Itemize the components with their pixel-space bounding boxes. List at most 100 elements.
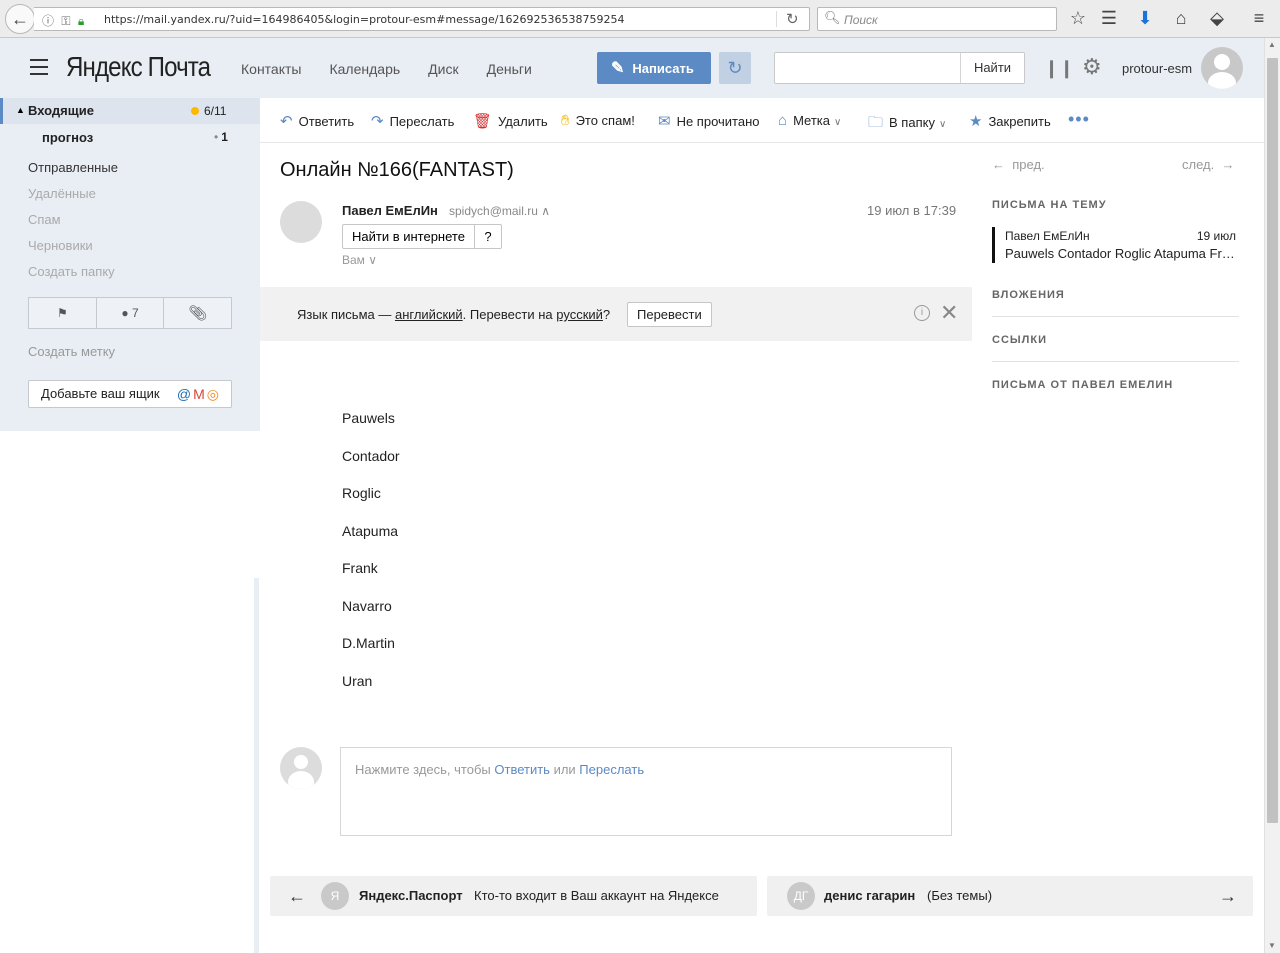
scroll-up-icon[interactable]: ▲ — [1268, 40, 1276, 49]
menu-icon[interactable] — [30, 59, 48, 75]
create-folder-link[interactable]: Создать папку — [28, 264, 115, 279]
folder-prognoz[interactable]: прогноз — [42, 130, 93, 145]
home-icon[interactable]: ⌂ — [1170, 8, 1192, 28]
forward-link[interactable]: Переслать — [579, 762, 644, 777]
forward-button[interactable]: ↷ Переслать — [371, 112, 454, 130]
hand-icon: ✋︎ — [561, 112, 570, 129]
browser-menu-icon[interactable]: ≡ — [1248, 8, 1270, 28]
add-mailbox-button[interactable]: Добавьте ваш ящик @M◎ — [28, 380, 232, 408]
download-icon[interactable]: ⬇ — [1134, 8, 1156, 28]
folder-drafts[interactable]: Черновики — [28, 238, 93, 253]
reading-list-icon[interactable]: ☰ — [1098, 8, 1120, 28]
body-line: Pauwels — [342, 410, 395, 426]
folder-inbox-count: 6/11 — [204, 104, 227, 118]
chevron-down-icon: ∨ — [938, 119, 947, 130]
username[interactable]: protour-esm — [1122, 61, 1192, 76]
next-message-link[interactable]: след. → — [1182, 157, 1234, 172]
attachment-filter-icon[interactable]: 📎︎ — [164, 298, 231, 328]
body-line: Contador — [342, 448, 400, 464]
sidebar-edge — [254, 578, 259, 953]
url-divider — [776, 11, 777, 27]
reload-icon[interactable]: ↻ — [786, 10, 799, 28]
unread-dot-icon — [191, 107, 199, 115]
spam-button[interactable]: ✋︎ Это спам! — [561, 112, 635, 129]
more-actions-icon[interactable]: ••• — [1068, 109, 1090, 130]
folder-spam[interactable]: Спам — [28, 212, 61, 227]
translate-button[interactable]: Перевести — [627, 302, 712, 327]
reply-button[interactable]: ↶ Ответить — [280, 112, 354, 130]
unread-filter[interactable]: ● 7 — [97, 298, 165, 328]
compose-label: Написать — [632, 60, 694, 76]
delete-button[interactable]: 🗑︎ Удалить — [473, 112, 548, 130]
find-online-button[interactable]: Найти в интернете — [343, 225, 475, 248]
folder-inbox-label: Входящие — [28, 103, 94, 118]
flag-filter-icon[interactable]: ⚑ — [29, 298, 97, 328]
folder-prognoz-count: • 1 — [214, 130, 228, 144]
thread-subject: Pauwels Contador Roglic Atapuma Frank Na… — [1005, 246, 1239, 261]
site-info-icon[interactable]: ⓘ ⚿ 🔒︎ — [42, 12, 86, 29]
prev-message-link[interactable]: ← пред. — [992, 157, 1045, 172]
message-date: 19 июл в 17:39 — [867, 203, 957, 218]
chevron-up-icon[interactable]: ∧ — [541, 204, 550, 218]
nav-money[interactable]: Деньги — [487, 61, 532, 77]
settings-gear-icon[interactable]: ⚙ — [1082, 54, 1102, 80]
prev-sender: Яндекс.Паспорт — [359, 888, 463, 903]
attachments-header[interactable]: ВЛОЖЕНИЯ — [992, 289, 1065, 301]
collapse-triangle-icon[interactable]: ▲ — [16, 105, 25, 115]
links-header[interactable]: ССЫЛКИ — [992, 334, 1047, 346]
scroll-down-icon[interactable]: ▼ — [1268, 941, 1276, 950]
browser-search-input[interactable]: 🔍︎ Поиск — [817, 7, 1057, 31]
folder-deleted[interactable]: Удалённые — [28, 186, 96, 201]
nav-calendar[interactable]: Календарь — [329, 61, 400, 77]
back-arrow-icon[interactable]: ← — [5, 4, 35, 34]
pin-button[interactable]: ★ Закрепить — [969, 112, 1051, 130]
reply-link[interactable]: Ответить — [494, 762, 550, 777]
my-avatar — [280, 747, 322, 789]
label-button[interactable]: ⌂ Метка ∨ — [778, 112, 841, 129]
thread-sender: Павел ЕмЕлИн — [1005, 229, 1090, 243]
folders-sidebar: ▲ Входящие 6/11 прогноз • 1 Отправленные … — [0, 98, 260, 431]
body-line: Atapuma — [342, 523, 399, 539]
target-language-link[interactable]: русский — [556, 307, 603, 322]
refresh-icon[interactable]: ↻ — [719, 52, 751, 84]
previous-mail-card[interactable]: ← Я Яндекс.Паспорт Кто-то входит в Ваш а… — [270, 876, 757, 916]
divider — [992, 316, 1239, 317]
sender-avatar[interactable] — [280, 201, 322, 243]
address-bar[interactable]: ⓘ ⚿ 🔒︎ https://mail.yandex.ru/?uid=16498… — [34, 7, 810, 31]
move-to-folder-button[interactable]: 🗀︎ В папку ∨ — [868, 112, 946, 137]
sender-name[interactable]: Павел ЕмЕлИн — [342, 203, 438, 218]
info-icon[interactable]: i — [914, 305, 930, 321]
nav-contacts[interactable]: Контакты — [241, 61, 301, 77]
next-sender-avatar: ДГ — [787, 882, 815, 910]
user-avatar[interactable] — [1201, 47, 1243, 89]
help-button[interactable]: ? — [475, 225, 501, 248]
mark-unread-button[interactable]: ✉ Не прочитано — [658, 112, 760, 130]
sender-email[interactable]: spidych@mail.ru ∧ — [449, 204, 550, 218]
reply-icon: ↶ — [280, 113, 293, 130]
nav-disk[interactable]: Диск — [428, 61, 458, 77]
find-online-buttons: Найти в интернете ? — [342, 224, 502, 249]
page-scrollbar[interactable]: ▲ ▼ — [1264, 38, 1280, 953]
folder-sent[interactable]: Отправленные — [28, 160, 118, 175]
source-language-link[interactable]: английский — [395, 307, 463, 322]
thread-header: ПИСЬМА НА ТЕМУ — [992, 199, 1107, 211]
next-mail-card[interactable]: ДГ денис гагарин (Без темы) → — [767, 876, 1253, 916]
scrollbar-thumb[interactable] — [1267, 58, 1278, 823]
close-icon[interactable]: ✕ — [940, 300, 958, 326]
pocket-icon[interactable]: ⬙ — [1206, 8, 1228, 28]
from-sender-header[interactable]: ПИСЬМА ОТ ПАВЕЛ ЕМЕЛИН — [992, 379, 1173, 391]
compose-button[interactable]: ✎ Написать — [597, 52, 711, 84]
mail-search-input[interactable]: Найти — [774, 52, 1025, 84]
themes-icon[interactable]: ❙❙ — [1044, 58, 1074, 79]
create-label-link[interactable]: Создать метку — [28, 344, 115, 359]
translate-bar: Язык письма — английский. Перевести на р… — [260, 287, 972, 341]
bookmark-star-icon[interactable]: ☆ — [1067, 8, 1089, 28]
mail-search-button[interactable]: Найти — [960, 53, 1024, 83]
quick-filters: ⚑ ● 7 📎︎ — [28, 297, 232, 329]
folder-inbox[interactable]: ▲ Входящие 6/11 — [0, 98, 260, 124]
forward-icon: ↷ — [371, 113, 384, 130]
recipient[interactable]: Вам ∨ — [342, 253, 377, 267]
yandex-mail-logo[interactable]: Яндекс Почта — [66, 51, 211, 83]
quick-reply-box[interactable]: Нажмите здесь, чтобы Ответить или Пересл… — [340, 747, 952, 836]
thread-item[interactable]: Павел ЕмЕлИн 19 июл Pauwels Contador Rog… — [992, 227, 1239, 263]
